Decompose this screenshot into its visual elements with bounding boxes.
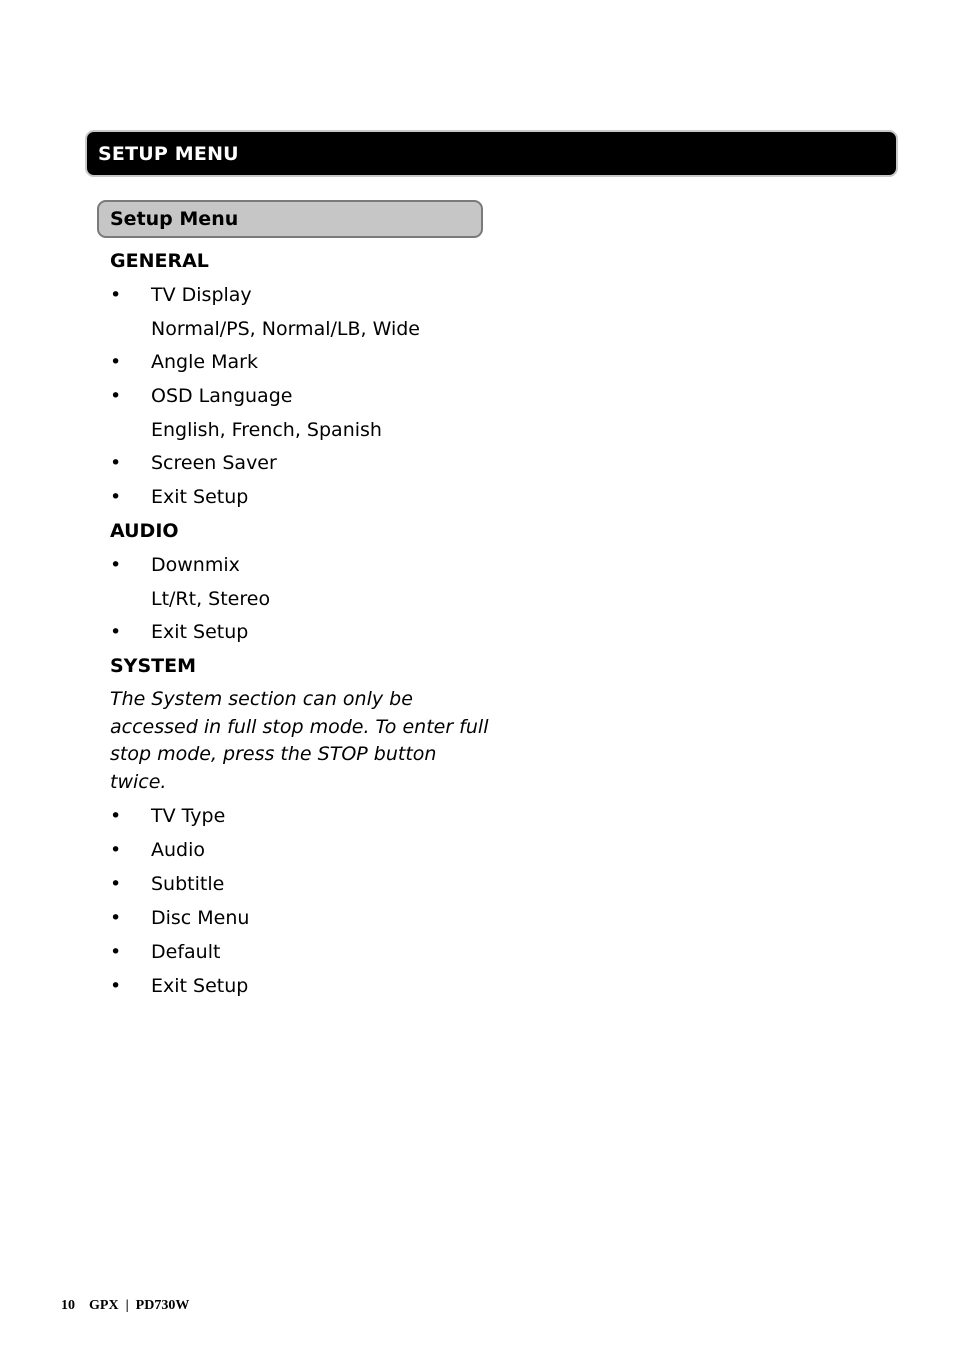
list-item: • OSD Language: [110, 382, 510, 416]
list-item: • Screen Saver: [110, 449, 510, 483]
audio-heading: AUDIO: [110, 520, 179, 542]
item-label: Exit Setup: [151, 621, 249, 643]
bullet-icon: •: [110, 975, 122, 997]
menu-content: GENERAL • TV Display Normal/PS, Normal/L…: [110, 247, 510, 1006]
item-label: Exit Setup: [151, 486, 249, 508]
item-label: Exit Setup: [151, 975, 249, 997]
general-heading: GENERAL: [110, 250, 209, 272]
list-item: • TV Type: [110, 802, 510, 836]
item-options: Normal/PS, Normal/LB, Wide: [151, 318, 420, 340]
list-item: • Subtitle: [110, 870, 510, 904]
item-label: OSD Language: [151, 385, 293, 407]
item-label: Disc Menu: [151, 907, 250, 929]
system-heading: SYSTEM: [110, 655, 196, 677]
list-item: • Exit Setup: [110, 483, 510, 517]
system-note: The System section can only be accessed …: [110, 688, 489, 793]
bullet-icon: •: [110, 385, 122, 407]
bullet-icon: •: [110, 284, 122, 306]
item-options: Lt/Rt, Stereo: [151, 588, 271, 610]
item-label: TV Display: [151, 284, 252, 306]
section-banner: SETUP MENU: [85, 130, 898, 177]
bullet-icon: •: [110, 805, 122, 827]
banner-title: SETUP MENU: [98, 143, 239, 165]
footer-brand: GPX: [89, 1298, 119, 1313]
item-label: Default: [151, 941, 221, 963]
bullet-icon: •: [110, 486, 122, 508]
list-item: • Audio: [110, 836, 510, 870]
bullet-icon: •: [110, 873, 122, 895]
item-label: Angle Mark: [151, 351, 258, 373]
footer-model: PD730W: [135, 1298, 190, 1313]
list-item: • Angle Mark: [110, 348, 510, 382]
list-item: • Disc Menu: [110, 904, 510, 938]
footer-separator: |: [125, 1298, 129, 1313]
bullet-icon: •: [110, 621, 122, 643]
item-label: Subtitle: [151, 873, 225, 895]
bullet-icon: •: [110, 351, 122, 373]
bullet-icon: •: [110, 839, 122, 861]
list-item: • Downmix: [110, 551, 510, 585]
list-item: • Exit Setup: [110, 972, 510, 1006]
list-item: • Exit Setup: [110, 618, 510, 652]
item-options: English, French, Spanish: [151, 419, 382, 441]
item-label: Screen Saver: [151, 452, 277, 474]
item-label: Downmix: [151, 554, 240, 576]
bullet-icon: •: [110, 941, 122, 963]
list-item: • TV Display: [110, 281, 510, 315]
bullet-icon: •: [110, 907, 122, 929]
page-footer: 10 GPX | PD730W: [61, 1298, 189, 1314]
list-item: • Default: [110, 938, 510, 972]
bullet-icon: •: [110, 554, 122, 576]
bullet-icon: •: [110, 452, 122, 474]
item-label: TV Type: [151, 805, 226, 827]
page-number: 10: [61, 1298, 75, 1313]
item-label: Audio: [151, 839, 206, 861]
subsection-title: Setup Menu: [110, 208, 239, 230]
subsection-header: Setup Menu: [97, 200, 483, 238]
